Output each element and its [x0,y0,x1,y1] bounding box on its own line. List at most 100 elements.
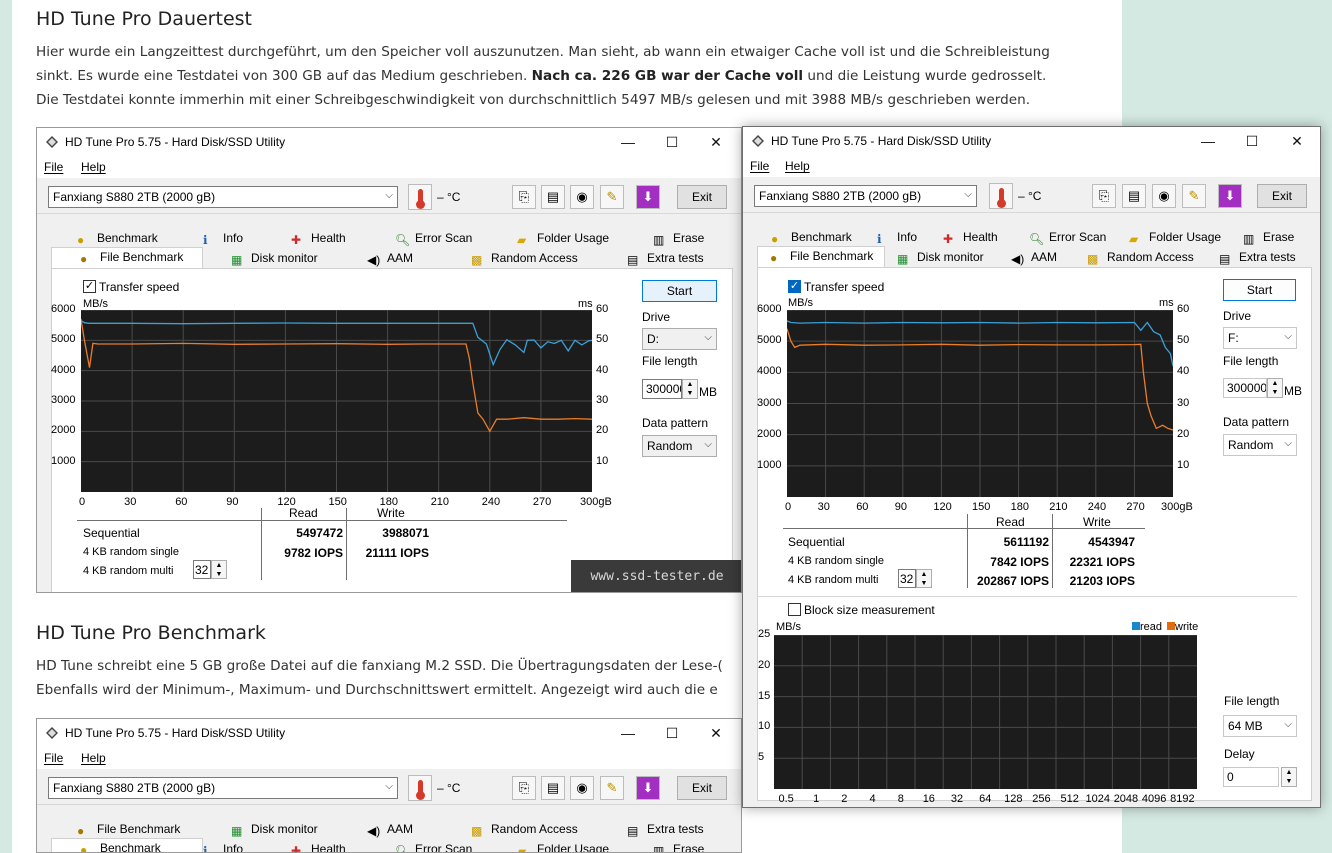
exit-button[interactable]: Exit [1257,184,1307,208]
tab-health[interactable]: ✚ Health [943,228,998,247]
tab-random-access[interactable]: ▩ Random Access [1087,248,1194,267]
titlebar: HD Tune Pro 5.75 - Hard Disk/SSD Utility… [743,127,1320,155]
save-down-icon[interactable]: ⬇ [1218,184,1242,208]
file-length-label: File length [642,354,698,368]
tab-info[interactable]: ℹ Info [203,840,243,852]
maximize-button[interactable]: ☐ [657,132,687,152]
bs-file-length-select[interactable]: 64 MB ⌵ [1223,715,1297,737]
tab-folder-usage[interactable]: ▰ Folder Usage [1129,228,1221,247]
paragraph-line: Ebenfalls wird der Minimum-, Maximum- un… [36,682,718,698]
data-pattern-select[interactable]: Random ⌵ [642,435,717,457]
tab-extra-tests[interactable]: ▤ Extra tests [1219,248,1296,267]
tab-extra-tests[interactable]: ▤ Extra tests [627,820,704,839]
exit-button[interactable]: Exit [677,185,727,209]
tab-info[interactable]: ℹ Info [203,229,243,248]
tab-folder-usage[interactable]: ▰ Folder Usage [517,229,609,248]
copy-info-icon[interactable]: ⎘ [1092,184,1116,208]
tab-error-scan[interactable]: 🔍︎ Error Scan [395,840,472,852]
file-length-input[interactable]: 300000 [1223,378,1267,398]
y2-tick-label: 50 [1177,334,1190,347]
copy-text-icon[interactable]: ▤ [1122,184,1146,208]
queue-depth-spinner[interactable]: ▲ ▼ [916,569,932,588]
file-length-spinner[interactable]: ▲ ▼ [682,379,698,399]
file-length-input[interactable]: 300000 [642,379,682,399]
options-icon[interactable]: ✎ [1182,184,1206,208]
tab-error-scan[interactable]: 🔍︎ Error Scan [1029,228,1106,247]
tab-error-scan[interactable]: 🔍︎ Error Scan [395,229,472,248]
tab-health[interactable]: ✚ Health [291,229,346,248]
options-icon[interactable]: ✎ [600,185,624,209]
tab-file-benchmark[interactable]: ● File Benchmark [757,246,885,267]
drive-select-value: Fanxiang S880 2TB (2000 gB) [53,781,216,795]
save-down-icon[interactable]: ⬇ [636,185,660,209]
queue-depth-spinner[interactable]: ▲ ▼ [211,560,227,579]
block-size-chart-svg [774,635,1197,789]
tab-file-benchmark[interactable]: ● File Benchmark [77,820,180,839]
minimize-button[interactable]: — [613,723,643,743]
menu-file[interactable]: File [44,751,63,765]
start-button[interactable]: Start [642,280,717,302]
close-button[interactable]: ✕ [1282,131,1312,151]
maximize-button[interactable]: ☐ [1237,131,1267,151]
menu-file[interactable]: File [750,159,769,173]
tab-disk-monitor[interactable]: ▦ Disk monitor [231,249,318,268]
y2-tick-label: 10 [596,454,609,467]
tab-random-access[interactable]: ▩ Random Access [471,820,578,839]
tab-aam[interactable]: ◀) AAM [367,249,413,268]
tab-folder-usage[interactable]: ▰ Folder Usage [517,840,609,852]
options-icon[interactable]: ✎ [600,776,624,800]
minimize-button[interactable]: — [1193,131,1223,151]
menu-help[interactable]: Help [81,160,106,174]
copy-text-icon[interactable]: ▤ [541,776,565,800]
save-down-icon[interactable]: ⬇ [636,776,660,800]
copy-info-icon[interactable]: ⎘ [512,185,536,209]
copy-text-icon[interactable]: ▤ [541,185,565,209]
data-pattern-select[interactable]: Random ⌵ [1223,434,1297,456]
transfer-speed-checkbox[interactable]: ✓ [83,280,96,293]
start-button[interactable]: Start [1223,279,1296,301]
drive-select[interactable]: Fanxiang S880 2TB (2000 gB) ⌵ [48,777,398,799]
copy-info-icon[interactable]: ⎘ [512,776,536,800]
close-button[interactable]: ✕ [701,132,731,152]
close-button[interactable]: ✕ [701,723,731,743]
tab-benchmark[interactable]: ● Benchmark [77,229,158,248]
tab-extra-tests[interactable]: ▤ Extra tests [627,249,704,268]
file-length-spinner[interactable]: ▲ ▼ [1267,378,1283,398]
tab-file-benchmark[interactable]: ● File Benchmark [51,247,203,268]
maximize-button[interactable]: ☐ [657,723,687,743]
drive-letter-select[interactable]: F: ⌵ [1223,327,1297,349]
block-size-checkbox[interactable] [788,603,801,616]
menu-file[interactable]: File [44,160,63,174]
tab-disk-monitor[interactable]: ▦ Disk monitor [231,820,318,839]
tab-info[interactable]: ℹ Info [877,228,917,247]
transfer-speed-checkbox[interactable]: ✓ [788,280,801,293]
camera-icon[interactable]: ◉ [570,776,594,800]
tab-erase[interactable]: ▥ Erase [653,840,704,852]
tab-aam[interactable]: ◀) AAM [367,820,413,839]
minimize-button[interactable]: — [613,132,643,152]
queue-depth-input[interactable]: 32 [898,569,916,588]
delay-spinner[interactable]: ▲ ▼ [1281,767,1297,787]
tab-aam[interactable]: ◀) AAM [1011,248,1057,267]
drive-letter-select[interactable]: D: ⌵ [642,328,717,350]
tab-disk-monitor[interactable]: ▦ Disk monitor [897,248,984,267]
tab-health[interactable]: ✚ Health [291,840,346,852]
tab-erase[interactable]: ▥ Erase [1243,228,1294,247]
delay-input[interactable]: 0 [1223,767,1279,787]
drive-select[interactable]: Fanxiang S880 2TB (2000 gB) ⌵ [754,185,977,207]
exit-button[interactable]: Exit [677,776,727,800]
tab-benchmark[interactable]: ● Benchmark [771,228,852,247]
tab-benchmark[interactable]: ● Benchmark [51,838,203,852]
right-hdtune-window: HD Tune Pro 5.75 - Hard Disk/SSD Utility… [742,126,1321,808]
camera-icon[interactable]: ◉ [570,185,594,209]
menu-help[interactable]: Help [785,159,810,173]
camera-icon[interactable]: ◉ [1152,184,1176,208]
file-benchmark-icon: ● [770,251,778,265]
queue-depth-input[interactable]: 32 [193,560,211,579]
section-divider [757,596,1297,597]
menu-help[interactable]: Help [81,751,106,765]
single-write-value: 21111 IOPS [365,546,429,560]
tab-random-access[interactable]: ▩ Random Access [471,249,578,268]
tab-erase[interactable]: ▥ Erase [653,229,704,248]
drive-select[interactable]: Fanxiang S880 2TB (2000 gB) ⌵ [48,186,398,208]
